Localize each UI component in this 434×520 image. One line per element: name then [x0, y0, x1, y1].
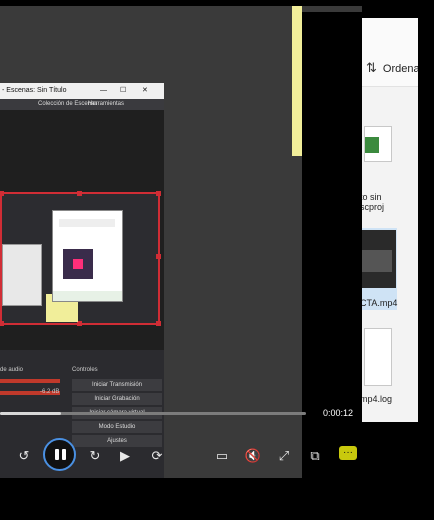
- subtitles-icon[interactable]: ▭: [212, 446, 232, 466]
- phone-screenshot-source: [52, 210, 123, 302]
- video-thumbnail: [360, 230, 396, 288]
- seek-bar-progress: [0, 412, 62, 415]
- file-name-line1: to sin: [360, 192, 382, 202]
- file-explorer-window: ⇅ Ordenar to sin scproj CTA.mp4 mp4.log: [360, 18, 418, 422]
- sort-button[interactable]: ⇅ Ordenar: [366, 60, 418, 76]
- menu-item-tools[interactable]: Herramientas: [88, 99, 124, 110]
- more-options-icon[interactable]: ···: [339, 446, 357, 460]
- video-player-area[interactable]: - Escenas: Sin Título — ☐ ✕ Colección de…: [0, 6, 362, 478]
- mute-icon[interactable]: 🔇: [243, 446, 263, 466]
- explorer-toolbar: ⇅ Ordenar: [360, 18, 418, 87]
- start-stream-button[interactable]: Iniciar Transmisión: [72, 379, 162, 391]
- file-name-log: mp4.log: [360, 394, 393, 404]
- obs-menu-bar: Colección de Escenas Herramientas: [0, 99, 164, 110]
- db-readout: -6.2 dB: [40, 389, 60, 395]
- minimize-icon[interactable]: —: [100, 83, 107, 99]
- studio-mode-button[interactable]: Modo Estudio: [72, 421, 162, 433]
- controls-panel-header: Controles: [72, 367, 98, 373]
- time-display: 0:00:12: [323, 408, 354, 418]
- file-item-scproj[interactable]: to sin scproj: [360, 192, 418, 212]
- log-file-icon[interactable]: [364, 328, 392, 386]
- pause-button[interactable]: [43, 438, 76, 471]
- project-file-icon[interactable]: [364, 126, 392, 162]
- loop-icon[interactable]: ⟳: [147, 446, 167, 466]
- sort-icon: ⇅: [366, 60, 377, 75]
- file-name-mp4: CTA.mp4: [360, 298, 398, 308]
- next-icon[interactable]: ▶: [115, 446, 135, 466]
- sort-label: Ordenar: [382, 63, 418, 75]
- yellow-scrollbar: [292, 6, 302, 156]
- close-icon[interactable]: ✕: [142, 83, 148, 99]
- forward-30-icon[interactable]: ↻: [85, 446, 105, 466]
- miniplayer-icon[interactable]: ⧉: [305, 446, 325, 466]
- fullscreen-icon[interactable]: ⤢: [274, 446, 294, 466]
- rewind-10-icon[interactable]: ↺: [14, 446, 34, 466]
- obs-title: - Escenas: Sin Título: [2, 87, 67, 94]
- obs-window: - Escenas: Sin Título — ☐ ✕ Colección de…: [0, 83, 164, 478]
- file-name-line2: scproj: [360, 202, 385, 212]
- obs-canvas: [0, 110, 164, 350]
- obs-title-bar: - Escenas: Sin Título — ☐ ✕: [0, 83, 164, 99]
- audio-panel-header: de audio: [0, 367, 24, 373]
- start-recording-button[interactable]: Iniciar Grabación: [72, 393, 162, 405]
- maximize-icon[interactable]: ☐: [120, 83, 126, 99]
